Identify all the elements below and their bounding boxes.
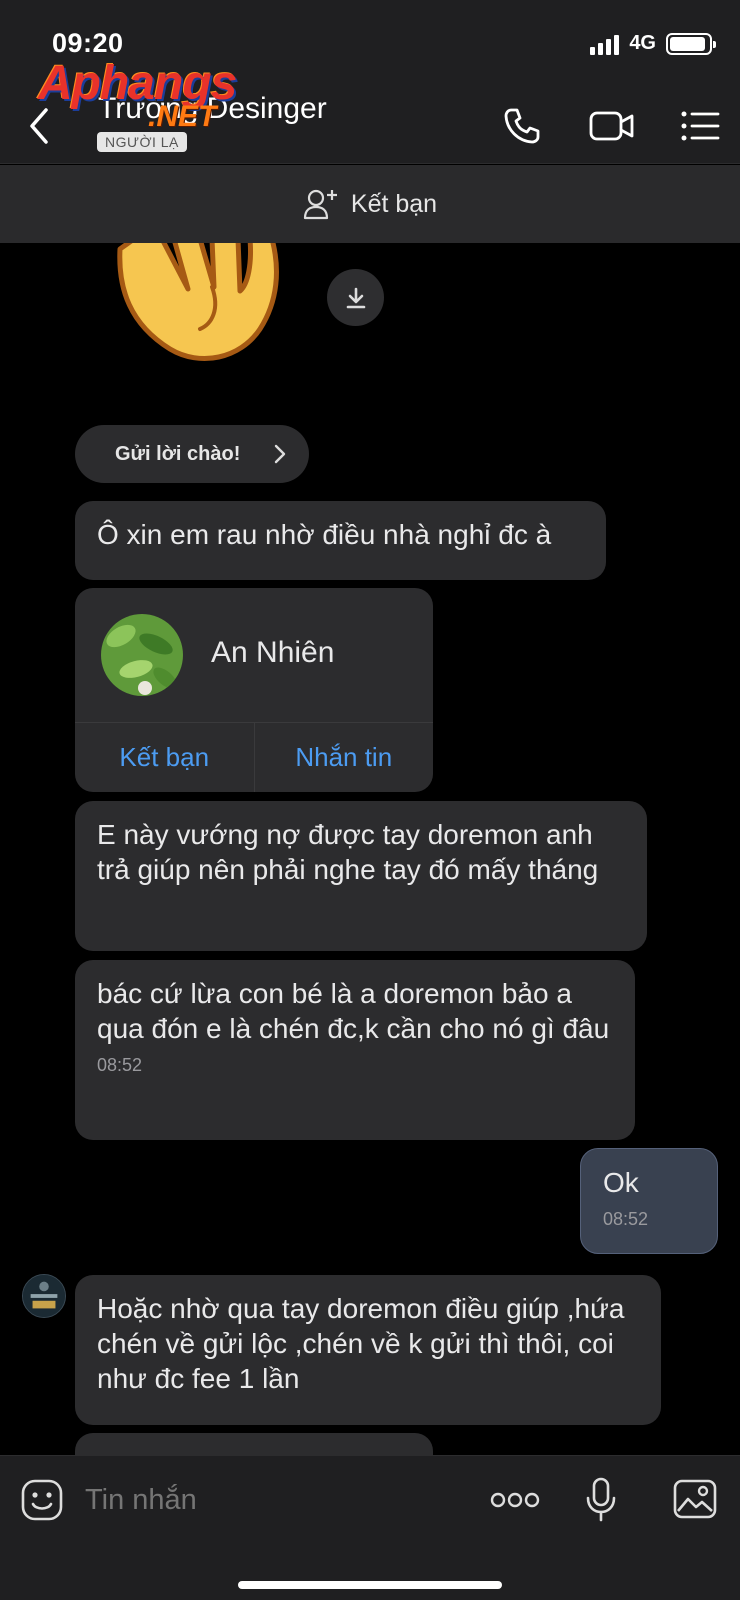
chevron-right-icon [274,444,286,464]
message-text: Ok [603,1167,639,1198]
composer-bar [0,1455,740,1600]
send-greeting-button[interactable]: Gửi lời chào! [75,425,309,483]
chat-area[interactable]: Gửi lời chào! Ô xin em rau nhờ điều nhà … [0,243,740,1455]
message-bubble[interactable]: Ô xin em rau nhờ điều nhà nghỉ đc à [75,501,606,580]
download-button[interactable] [327,269,384,326]
message-time: 08:52 [97,1055,143,1075]
avatar[interactable] [22,1274,66,1318]
message-text: Hoặc nhờ qua tay doremon điều giúp ,hứa … [97,1293,625,1394]
contact-card-add-friend-button[interactable]: Kết bạn [75,723,254,792]
message-text: Ô xin em rau nhờ điều nhà nghỉ đc à [97,519,552,550]
contact-card-message-button[interactable]: Nhắn tin [253,723,434,792]
video-call-icon[interactable] [588,108,636,144]
home-indicator[interactable] [238,1581,502,1589]
message-bubble[interactable]: Hoặc nhờ qua tay doremon điều giúp ,hứa … [75,1275,661,1425]
avatar [101,614,183,696]
status-time: 09:20 [52,28,124,58]
image-icon[interactable] [672,1478,718,1520]
network-type: 4G [629,32,656,54]
microphone-icon[interactable] [584,1476,618,1522]
contact-card-name: An Nhiên [211,636,335,669]
waving-hand-sticker [117,243,279,362]
phone-icon[interactable] [502,106,542,146]
message-text: bác cứ lừa con bé là a doremon bảo a qua… [97,978,610,1044]
battery-icon [666,32,716,55]
send-greeting-label: Gửi lời chào! [115,442,241,465]
signal-icon [590,33,620,55]
watermark-logo: Aphangs .NET [38,57,237,133]
menu-list-icon[interactable] [680,110,720,142]
top-bar: 09:20 4G Trường Desinger NGƯỜI LẠ Aphang… [0,0,740,164]
contact-card-actions: Kết bạn Nhắn tin [75,722,433,792]
message-bubble[interactable]: bác cứ lừa con bé là a doremon bảo a qua… [75,960,635,1140]
add-friend-label: Kết bạn [350,189,438,218]
more-icon[interactable] [490,1492,540,1508]
status-indicators: 4G [590,32,716,55]
add-friend-bar[interactable]: Kết bạn [0,165,740,243]
message-bubble[interactable]: E này vướng nợ được tay doremon anh trả … [75,801,647,951]
message-time: 08:52 [603,1209,649,1229]
download-icon [346,287,365,308]
message-input[interactable] [85,1480,465,1520]
add-user-icon [303,189,337,220]
message-bubble-partial[interactable] [75,1433,433,1455]
message-text: E này vướng nợ được tay doremon anh trả … [97,819,599,885]
contact-card[interactable]: An Nhiên Kết bạn Nhắn tin [75,588,433,792]
my-message-bubble[interactable]: Ok 08:52 [580,1148,718,1254]
emoji-icon[interactable] [20,1478,64,1522]
